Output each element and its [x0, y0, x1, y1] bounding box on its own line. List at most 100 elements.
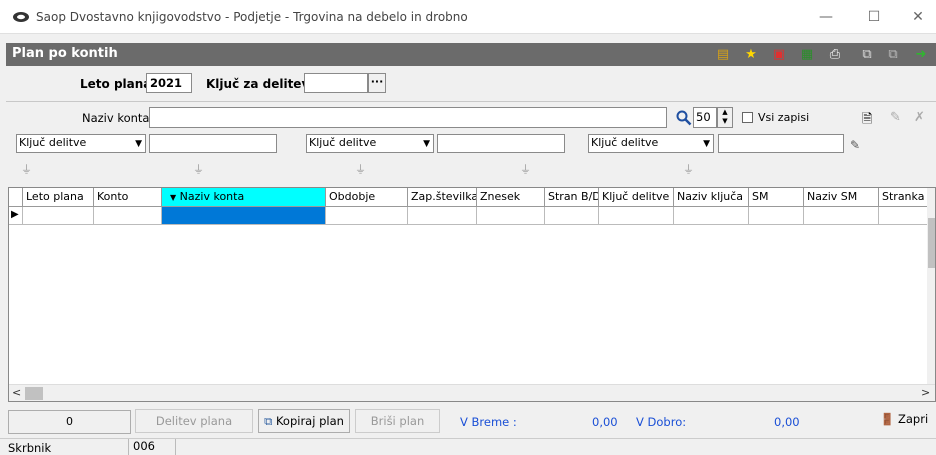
search-icon[interactable] — [676, 110, 692, 126]
vertical-scrollbar-thumb[interactable] — [928, 218, 935, 268]
excel-export-icon[interactable]: ▦ — [798, 46, 816, 63]
table-cell[interactable] — [674, 207, 749, 225]
status-code: 006 — [128, 439, 176, 455]
vertical-scrollbar[interactable] — [927, 188, 935, 384]
column-header-znesek[interactable]: Znesek — [477, 188, 545, 207]
filter-combo-1-value: Ključ delitve — [19, 136, 87, 149]
horizontal-scrollbar[interactable]: < > — [9, 384, 935, 401]
list-icon[interactable]: ▤ — [714, 46, 732, 63]
row-indicator-icon: ▶ — [9, 207, 23, 225]
copy-icon[interactable]: ⧉ — [858, 46, 876, 63]
filter-value-1[interactable] — [149, 134, 277, 153]
copy-icon: ⧉ — [264, 414, 273, 428]
table-cell[interactable] — [408, 207, 477, 225]
pdf-export-icon[interactable]: ▣ — [770, 46, 788, 63]
column-header-naziv-konta-label: Naziv konta — [179, 190, 245, 203]
column-header-naziv-kljuca[interactable]: Naziv ključa — [674, 188, 749, 207]
exit-icon[interactable]: ➜ — [912, 46, 930, 63]
horizontal-scrollbar-thumb[interactable] — [25, 387, 43, 400]
exit-door-icon: 🚪 — [880, 412, 895, 426]
scroll-left-icon[interactable]: < — [12, 386, 21, 399]
split-key-label: Ključ za delitev — [206, 77, 310, 91]
window-titlebar: Saop Dvostavno knjigovodstvo - Podjetje … — [0, 0, 936, 34]
scroll-right-icon[interactable]: > — [921, 386, 930, 399]
maximize-button[interactable]: ☐ — [854, 6, 894, 28]
column-header-stran-bd[interactable]: Stran B/D — [545, 188, 599, 207]
column-header-naziv-konta[interactable]: ▼ Naziv konta — [162, 188, 326, 207]
column-header-obdobje[interactable]: Obdobje — [326, 188, 408, 207]
table-cell-selected[interactable] — [162, 207, 326, 225]
form-header: Plan po kontih ▤ ★ ▣ ▦ ⎙ ⧉ ⧉ ➜ — [6, 43, 936, 66]
plan-year-label: Leto plana — [80, 77, 152, 91]
column-header-zap-stevilka[interactable]: Zap.številka — [408, 188, 477, 207]
filter-combo-2-value: Ključ delitve — [309, 136, 377, 149]
sort-descending-icon: ▼ — [170, 193, 177, 202]
close-form-label: Zapri — [897, 412, 929, 426]
table-cell[interactable] — [326, 207, 408, 225]
table-cell[interactable] — [545, 207, 599, 225]
column-filter-icon[interactable]: ⏚ — [520, 163, 534, 177]
column-header-leto-plana[interactable]: Leto plana — [23, 188, 94, 207]
table-cell[interactable] — [599, 207, 674, 225]
chevron-down-icon: ▼ — [135, 139, 142, 149]
form-title: Plan po kontih — [12, 46, 118, 61]
column-filter-icon[interactable]: ⏚ — [21, 163, 35, 177]
status-user: Skrbnik — [8, 441, 52, 455]
favorite-star-icon[interactable]: ★ — [742, 46, 760, 63]
table-cell[interactable] — [749, 207, 804, 225]
divider — [6, 101, 936, 102]
table-cell[interactable] — [23, 207, 94, 225]
plan-year-field[interactable]: 2021 — [146, 73, 192, 93]
account-name-search-input[interactable] — [149, 107, 667, 128]
print-icon[interactable]: ⎙ — [826, 46, 844, 63]
chevron-down-icon: ▼ — [423, 139, 430, 149]
edit-icon[interactable]: ✎ — [890, 110, 901, 125]
debit-label: V Breme : — [460, 415, 517, 429]
new-document-icon[interactable]: 🗎 — [862, 110, 872, 132]
app-logo-icon — [13, 12, 29, 22]
column-header-sm[interactable]: SM — [749, 188, 804, 207]
chevron-down-icon: ▼ — [703, 139, 710, 149]
record-count-field[interactable]: 50 — [693, 107, 717, 128]
all-records-checkbox[interactable] — [742, 112, 753, 123]
debit-value: 0,00 — [592, 415, 618, 429]
column-header-naziv-sm[interactable]: Naziv SM — [804, 188, 879, 207]
table-cell[interactable] — [804, 207, 879, 225]
window-title: Saop Dvostavno knjigovodstvo - Podjetje … — [36, 10, 468, 24]
filter-combo-1[interactable]: Ključ delitve ▼ — [16, 134, 146, 153]
paste-icon[interactable]: ⧉ — [884, 46, 902, 63]
delitev-plana-button[interactable]: Delitev plana — [135, 409, 253, 433]
split-key-browse-button[interactable]: ··· — [368, 73, 386, 93]
status-bar: Skrbnik 006 — [0, 438, 936, 455]
close-form-button[interactable]: 🚪 Zapri — [880, 412, 928, 426]
filter-combo-3[interactable]: Ključ delitve ▼ — [588, 134, 714, 153]
brisi-plan-button[interactable]: Briši plan — [355, 409, 440, 433]
column-header-kljuc-delitve[interactable]: Ključ delitve — [599, 188, 674, 207]
credit-label: V Dobro: — [636, 415, 687, 429]
filter-combo-3-value: Ključ delitve — [591, 136, 659, 149]
minimize-button[interactable]: — — [806, 6, 846, 28]
credit-value: 0,00 — [774, 415, 800, 429]
row-indicator-header — [9, 188, 23, 207]
kopiraj-plan-button[interactable]: ⧉ Kopiraj plan — [258, 409, 350, 433]
plan-data-grid[interactable]: Leto plana Konto ▼ Naziv konta Obdobje Z… — [8, 187, 936, 402]
close-window-button[interactable]: ✕ — [898, 6, 936, 28]
record-count-spinner[interactable]: ▲ ▼ — [717, 107, 733, 128]
filter-value-3[interactable] — [718, 134, 844, 153]
filter-combo-2[interactable]: Ključ delitve ▼ — [306, 134, 434, 153]
clear-filter-icon[interactable]: ✎ — [850, 138, 860, 152]
table-cell[interactable] — [879, 207, 929, 225]
column-header-konto[interactable]: Konto — [94, 188, 162, 207]
all-records-label: Vsi zapisi — [758, 111, 810, 124]
column-filter-icon[interactable]: ⏚ — [355, 163, 369, 177]
split-key-field[interactable] — [304, 73, 368, 93]
column-header-stranka[interactable]: Stranka — [879, 188, 929, 207]
record-count-display: 0 — [8, 410, 131, 434]
table-cell[interactable] — [477, 207, 545, 225]
account-name-label: Naziv konta — [82, 111, 150, 125]
column-filter-icon[interactable]: ⏚ — [683, 163, 697, 177]
column-filter-icon[interactable]: ⏚ — [193, 163, 207, 177]
table-cell[interactable] — [94, 207, 162, 225]
filter-value-2[interactable] — [437, 134, 565, 153]
delete-icon[interactable]: ✗ — [914, 110, 925, 125]
